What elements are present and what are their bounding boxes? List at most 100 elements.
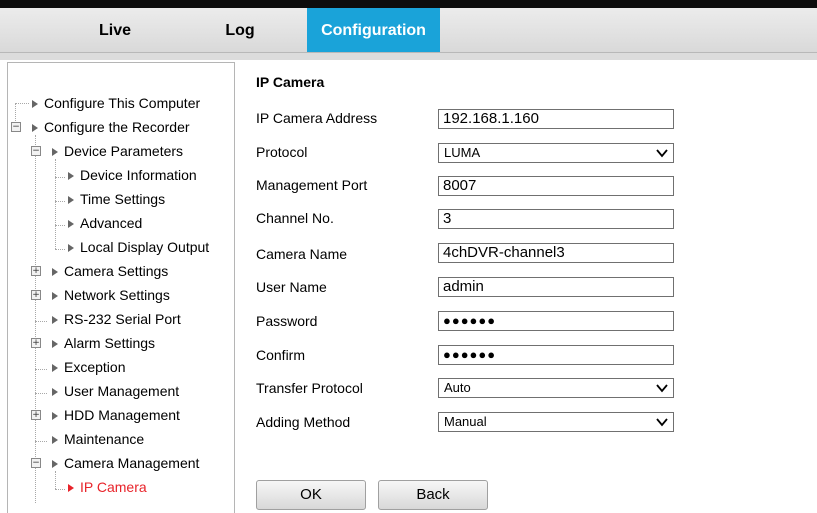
tree-line xyxy=(55,159,56,249)
tree-item-label: Device Parameters xyxy=(64,143,184,159)
collapse-icon[interactable]: − xyxy=(31,146,41,156)
arrow-right-icon xyxy=(52,316,58,324)
tree-line xyxy=(35,369,47,370)
tree-item-network-settings[interactable]: Network Settings xyxy=(52,285,170,305)
tree-item-device-information[interactable]: Device Information xyxy=(68,165,197,185)
tree-line xyxy=(55,471,56,489)
tree-item-label: Camera Settings xyxy=(64,263,169,279)
expand-icon[interactable]: + xyxy=(31,338,41,348)
password-input[interactable]: ●●●●●● xyxy=(438,311,674,331)
tree-item-alarm-settings[interactable]: Alarm Settings xyxy=(52,333,155,353)
tree-item-label: Exception xyxy=(64,359,126,375)
adding-method-select-value: Manual xyxy=(444,414,487,429)
chevron-down-icon xyxy=(656,418,668,427)
tree-item-camera-settings[interactable]: Camera Settings xyxy=(52,261,168,281)
camera-name-input[interactable]: 4chDVR-channel3 xyxy=(438,243,674,263)
arrow-right-icon xyxy=(68,484,74,492)
confirm-password-input[interactable]: ●●●●●● xyxy=(438,345,674,365)
tree-item-label: Maintenance xyxy=(64,431,145,447)
tree-item-advanced[interactable]: Advanced xyxy=(68,213,142,233)
tree-line xyxy=(55,201,65,202)
tab-configuration[interactable]: Configuration xyxy=(307,8,440,52)
tree-line xyxy=(35,321,47,322)
collapse-icon[interactable]: − xyxy=(31,458,41,468)
tree-item-label: User Management xyxy=(64,383,180,399)
tree-item-exception[interactable]: Exception xyxy=(52,357,125,377)
arrow-right-icon xyxy=(52,340,58,348)
tree-line xyxy=(15,103,29,104)
collapse-icon[interactable]: − xyxy=(11,122,21,132)
section-title: IP Camera xyxy=(256,74,325,90)
tree-item-label: IP Camera xyxy=(80,479,147,495)
tree-item-maintenance[interactable]: Maintenance xyxy=(52,429,144,449)
tree-item-hdd-management[interactable]: HDD Management xyxy=(52,405,180,425)
tree-item-rs232-serial-port[interactable]: RS-232 Serial Port xyxy=(52,309,181,329)
channel-no-input[interactable]: 3 xyxy=(438,209,674,229)
adding-method-label: Adding Method xyxy=(256,414,351,430)
main-navigation: Live Log Configuration xyxy=(0,8,817,53)
arrow-right-icon xyxy=(52,292,58,300)
tree-line xyxy=(55,249,65,250)
tree-line xyxy=(35,441,47,442)
tab-live[interactable]: Live xyxy=(80,8,150,52)
tree-line xyxy=(35,135,36,503)
tree-item-camera-management[interactable]: Camera Management xyxy=(52,453,199,473)
password-label: Password xyxy=(256,313,318,329)
arrow-right-icon xyxy=(52,364,58,372)
tree-item-label: RS-232 Serial Port xyxy=(64,311,181,327)
chevron-down-icon xyxy=(656,149,668,158)
arrow-right-icon xyxy=(68,172,74,180)
arrow-right-icon xyxy=(52,460,58,468)
expand-icon[interactable]: + xyxy=(31,410,41,420)
back-button[interactable]: Back xyxy=(378,480,488,510)
divider-strip xyxy=(0,53,817,60)
tree-item-device-parameters[interactable]: Device Parameters xyxy=(52,141,183,161)
transfer-protocol-select[interactable]: Auto xyxy=(438,378,674,398)
management-port-label: Management Port xyxy=(256,177,368,193)
tab-log[interactable]: Log xyxy=(210,8,270,52)
expand-icon[interactable]: + xyxy=(31,290,41,300)
protocol-select[interactable]: LUMA xyxy=(438,143,674,163)
arrow-right-icon xyxy=(32,124,38,132)
tree-line xyxy=(55,489,65,490)
tree-item-configure-the-recorder[interactable]: Configure the Recorder xyxy=(32,117,190,137)
top-border-bar xyxy=(0,0,817,8)
user-name-input[interactable]: admin xyxy=(438,277,674,297)
ip-address-input[interactable]: 192.168.1.160 xyxy=(438,109,674,129)
adding-method-select[interactable]: Manual xyxy=(438,412,674,432)
tree-item-label: Configure This Computer xyxy=(44,95,201,111)
tree-item-ip-camera[interactable]: IP Camera xyxy=(68,477,147,497)
expand-icon[interactable]: + xyxy=(31,266,41,276)
ok-button[interactable]: OK xyxy=(256,480,366,510)
tree-item-label: Local Display Output xyxy=(80,239,210,255)
tree-item-time-settings[interactable]: Time Settings xyxy=(68,189,165,209)
tree-line xyxy=(55,177,65,178)
protocol-label: Protocol xyxy=(256,144,308,160)
transfer-protocol-select-value: Auto xyxy=(444,380,471,395)
tree-line xyxy=(55,225,65,226)
config-tree-sidebar: − − + + + + − Configure This Computer Co… xyxy=(7,62,235,513)
management-port-input[interactable]: 8007 xyxy=(438,176,674,196)
transfer-protocol-label: Transfer Protocol xyxy=(256,380,363,396)
tree-item-label: Advanced xyxy=(80,215,143,231)
camera-name-label: Camera Name xyxy=(256,246,348,262)
confirm-label: Confirm xyxy=(256,347,306,363)
tree-item-local-display-output[interactable]: Local Display Output xyxy=(68,237,209,257)
ip-camera-panel: IP Camera IP Camera Address 192.168.1.16… xyxy=(244,62,817,512)
tree-item-label: Camera Management xyxy=(64,455,200,471)
arrow-right-icon xyxy=(52,388,58,396)
tree-item-label: HDD Management xyxy=(64,407,180,423)
tree-item-user-management[interactable]: User Management xyxy=(52,381,179,401)
tree-line xyxy=(35,393,47,394)
arrow-right-icon xyxy=(52,436,58,444)
arrow-right-icon xyxy=(68,220,74,228)
ip-address-label: IP Camera Address xyxy=(256,110,378,126)
tree-item-configure-this-computer[interactable]: Configure This Computer xyxy=(32,93,200,113)
arrow-right-icon xyxy=(52,148,58,156)
tree-item-label: Device Information xyxy=(80,167,197,183)
channel-no-label: Channel No. xyxy=(256,210,334,226)
tree-item-label: Network Settings xyxy=(64,287,170,303)
tree-item-label: Configure the Recorder xyxy=(44,119,190,135)
chevron-down-icon xyxy=(656,384,668,393)
tree-item-label: Alarm Settings xyxy=(64,335,156,351)
